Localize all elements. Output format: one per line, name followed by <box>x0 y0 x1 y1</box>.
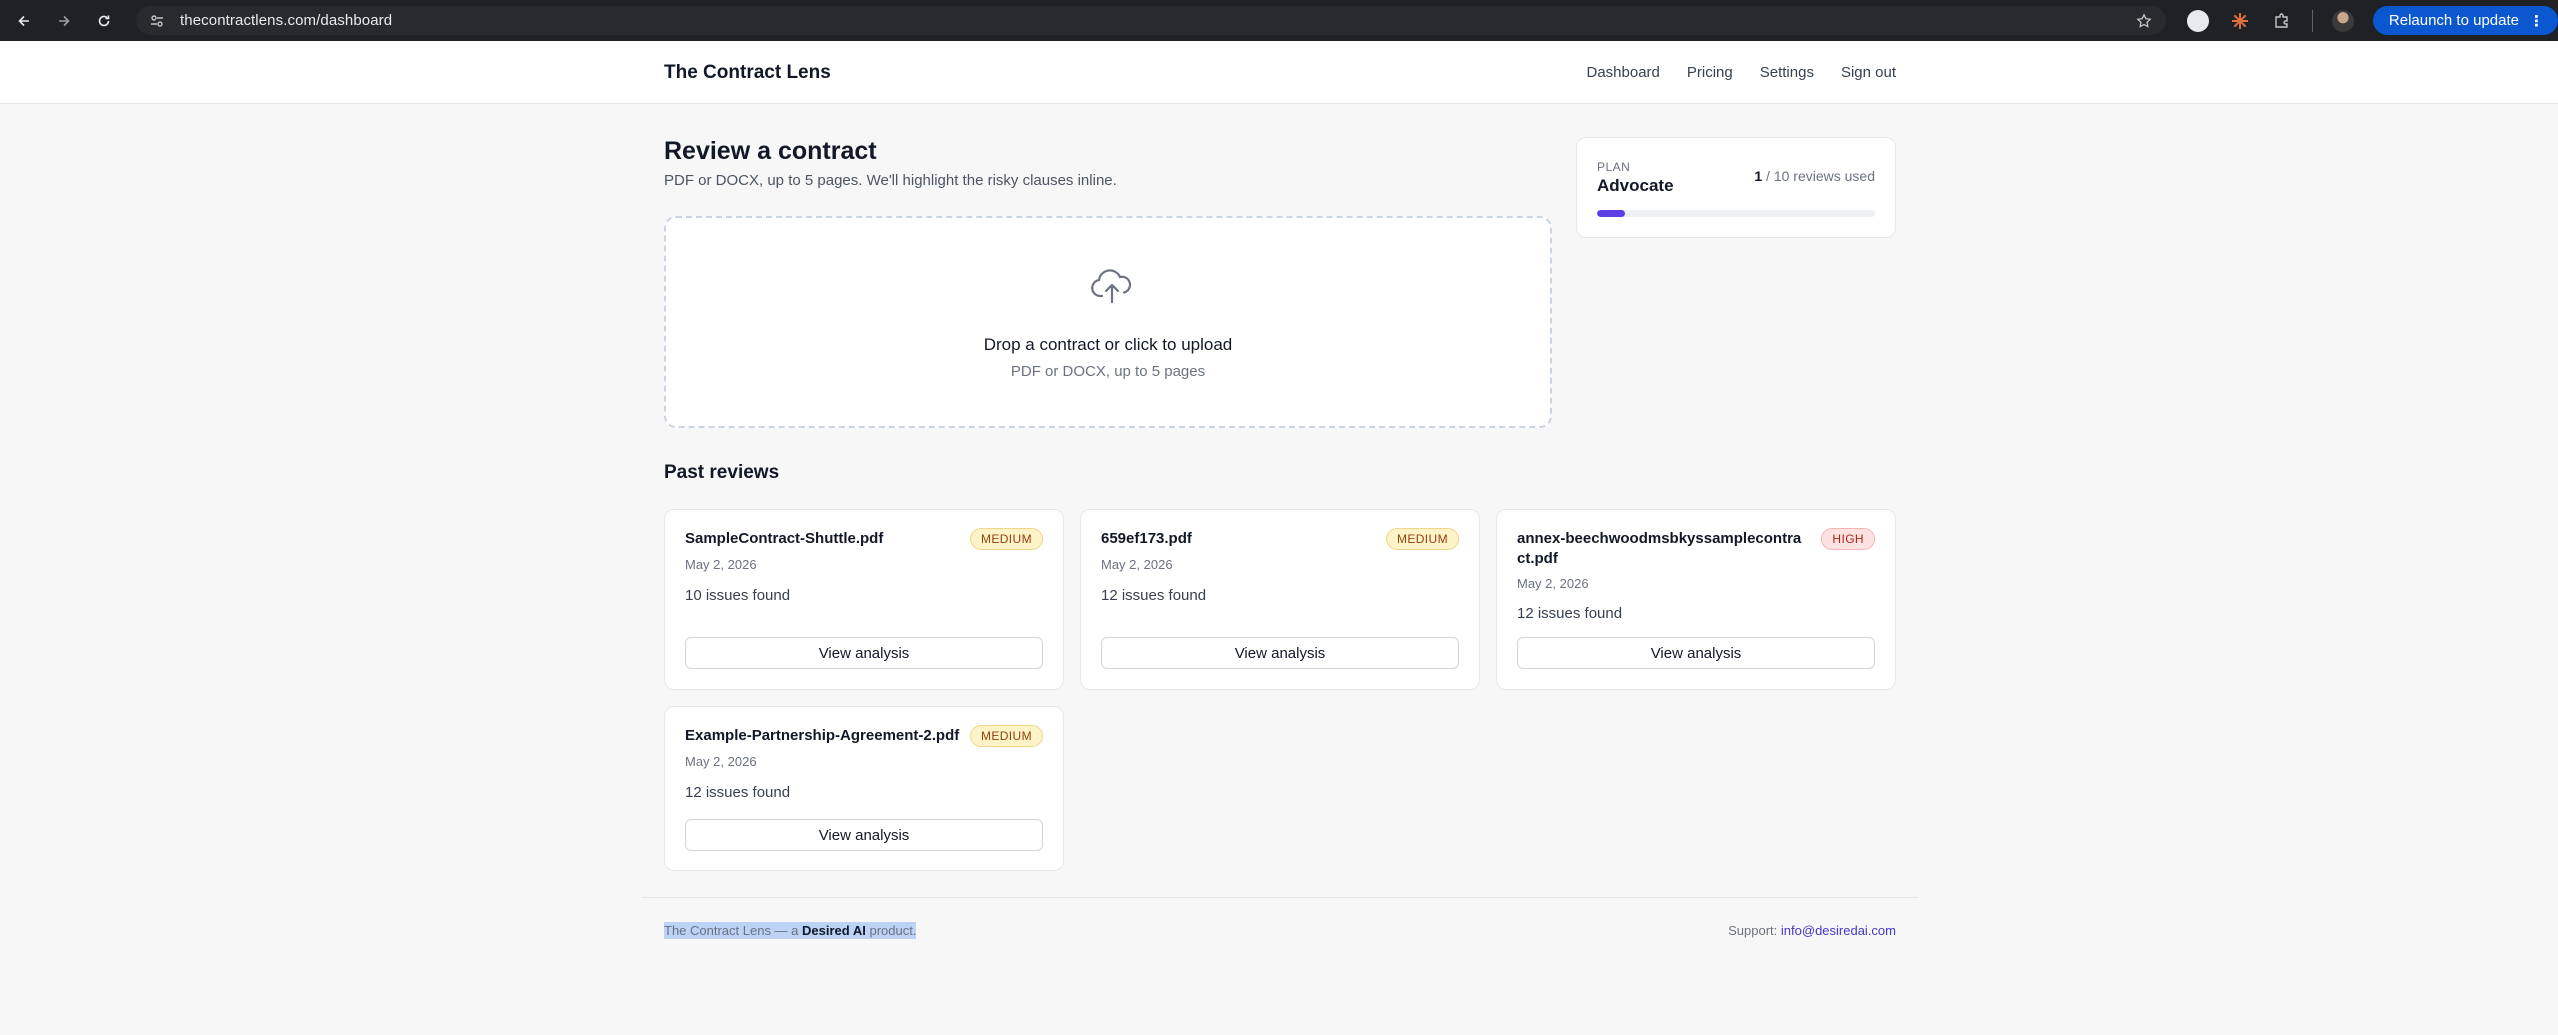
reload-icon[interactable] <box>90 7 118 35</box>
nav-settings[interactable]: Settings <box>1760 64 1814 81</box>
risk-badge: HIGH <box>1821 528 1875 550</box>
view-analysis-button[interactable]: View analysis <box>685 819 1043 851</box>
past-reviews-title: Past reviews <box>664 462 780 483</box>
plan-card: PLAN Advocate 1 / 10 reviews used <box>1576 137 1896 238</box>
app-header: The Contract Lens Dashboard Pricing Sett… <box>0 41 2558 104</box>
extensions-puzzle-icon[interactable] <box>2270 9 2294 33</box>
view-analysis-button[interactable]: View analysis <box>1517 637 1875 669</box>
site-info-icon[interactable] <box>148 12 166 30</box>
plan-label: PLAN <box>1597 160 1631 174</box>
review-file-name: 659ef173.pdf <box>1101 530 1192 547</box>
review-issues: 12 issues found <box>1517 605 1623 622</box>
toolbar-divider <box>2311 9 2313 32</box>
risk-badge: MEDIUM <box>969 528 1043 550</box>
main-content: Review a contract PDF or DOCX, up to 5 p… <box>664 137 1896 871</box>
footer-credit: The Contract Lens — a Desired AI product… <box>664 922 917 939</box>
plan-used-count: 1 <box>1754 168 1763 184</box>
review-card: Example-Partnership-Agreement-2.pdf MEDI… <box>664 706 1064 871</box>
footer-brand: Desired AI <box>802 923 866 938</box>
nav-dashboard[interactable]: Dashboard <box>1587 64 1660 81</box>
plan-usage-suffix: / 10 reviews used <box>1766 168 1875 184</box>
footer-support: Support: info@desiredai.com <box>1728 923 1896 938</box>
footer-suffix: product. <box>869 923 917 938</box>
review-file-name: Example-Partnership-Agreement-2.pdf <box>685 727 960 744</box>
relaunch-label: Relaunch to update <box>2388 12 2519 29</box>
review-issues: 10 issues found <box>685 587 791 604</box>
review-card: 659ef173.pdf MEDIUM May 2, 2026 12 issue… <box>1080 509 1480 690</box>
bookmark-star-icon[interactable] <box>2134 11 2154 31</box>
review-issues: 12 issues found <box>685 784 791 801</box>
upload-dropzone[interactable]: Drop a contract or click to upload PDF o… <box>664 216 1552 428</box>
profile-avatar[interactable] <box>2331 9 2355 33</box>
plan-name: Advocate <box>1597 176 1674 195</box>
relaunch-button[interactable]: Relaunch to update ⋮ <box>2372 6 2558 35</box>
review-date: May 2, 2026 <box>685 754 757 769</box>
review-file-name: annex-beechwoodmsbkyssamplecontract.pdf <box>1517 530 1802 567</box>
brand-logo-text[interactable]: The Contract Lens <box>664 62 831 84</box>
plan-usage: 1 / 10 reviews used <box>1754 168 1875 184</box>
top-nav: Dashboard Pricing Settings Sign out <box>1560 64 1897 81</box>
extension-circle-icon[interactable] <box>2186 9 2210 33</box>
support-email-link[interactable]: info@desiredai.com <box>1781 923 1896 938</box>
review-issues: 12 issues found <box>1101 587 1207 604</box>
risk-badge: MEDIUM <box>969 725 1043 747</box>
review-file-name: SampleContract-Shuttle.pdf <box>685 530 884 547</box>
more-vert-icon[interactable]: ⋮ <box>2529 12 2544 30</box>
dropzone-subtitle: PDF or DOCX, up to 5 pages <box>1010 363 1206 380</box>
cloud-upload-icon <box>1091 269 1132 304</box>
view-analysis-button[interactable]: View analysis <box>1101 637 1459 669</box>
plan-usage-bar <box>1597 210 1875 217</box>
nav-sign-out[interactable]: Sign out <box>1841 64 1896 81</box>
extension-sunburst-icon[interactable] <box>2228 9 2252 33</box>
review-date: May 2, 2026 <box>685 557 757 572</box>
review-card: SampleContract-Shuttle.pdf MEDIUM May 2,… <box>664 509 1064 690</box>
review-date: May 2, 2026 <box>1517 576 1589 591</box>
nav-pricing[interactable]: Pricing <box>1687 64 1733 81</box>
address-bar[interactable]: thecontractlens.com/dashboard <box>136 6 2166 35</box>
url-text: thecontractlens.com/dashboard <box>180 12 393 29</box>
dropzone-title: Drop a contract or click to upload <box>983 335 1233 354</box>
view-analysis-button[interactable]: View analysis <box>685 637 1043 669</box>
plan-usage-fill <box>1597 210 1625 217</box>
support-label: Support: <box>1728 923 1778 938</box>
review-date: May 2, 2026 <box>1101 557 1173 572</box>
review-card: annex-beechwoodmsbkyssamplecontract.pdf … <box>1496 509 1896 690</box>
risk-badge: MEDIUM <box>1385 528 1459 550</box>
forward-icon[interactable] <box>50 7 78 35</box>
footer-divider <box>642 897 1918 898</box>
back-icon[interactable] <box>10 7 38 35</box>
browser-toolbar: thecontractlens.com/dashboard Relaunch t… <box>0 0 2558 41</box>
footer-prefix: The Contract Lens — a <box>664 923 799 938</box>
